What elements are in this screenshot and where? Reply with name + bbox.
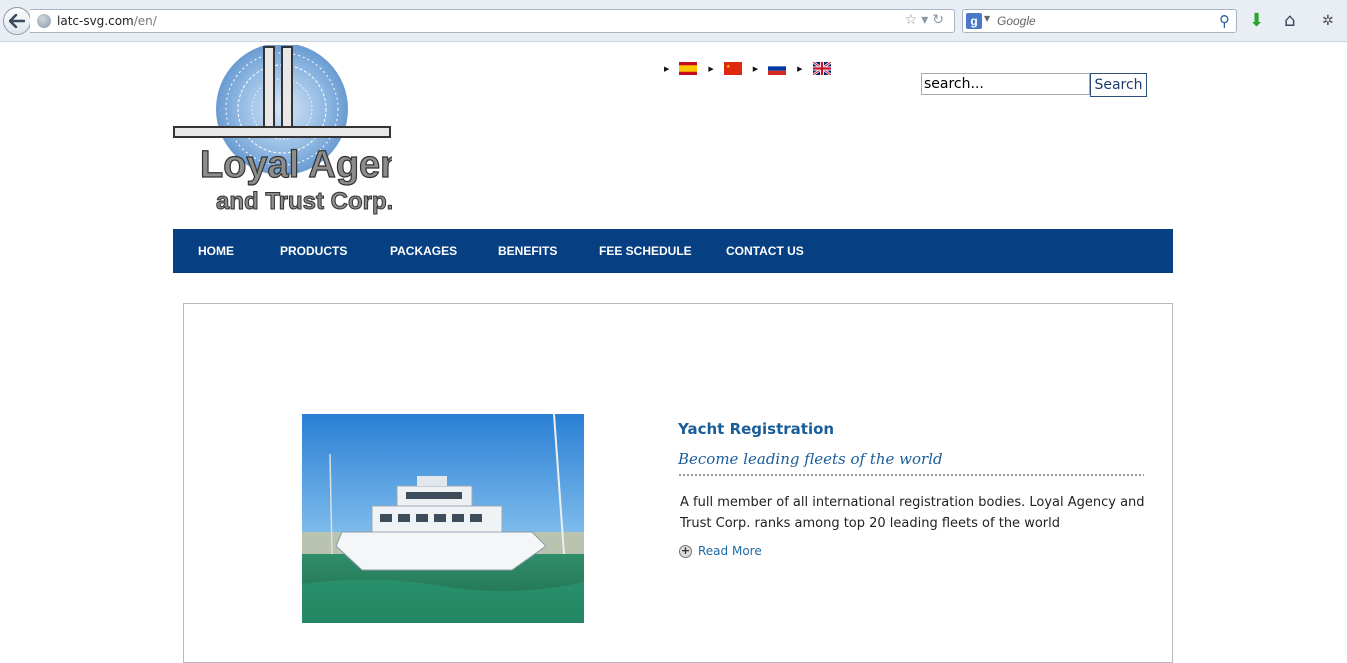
url-path: /en/ [133,14,157,28]
arrow-right-icon: ▶ [797,64,803,73]
main-nav: HOME PRODUCTS PACKAGES BENEFITS FEE SCHE… [173,229,1173,273]
url-host: latc-svg.com [57,14,134,28]
history-dropdown-icon[interactable]: ▾ [921,12,932,28]
post-body: A full member of all international regis… [680,495,1145,531]
logo-line2: and Trust Corp. [216,188,392,215]
language-switcher: ▶ ▶ ★ ▶ ▶ [664,62,842,75]
yacht-image[interactable] [302,414,584,623]
arrow-right-icon: ▶ [752,64,759,73]
lang-en[interactable]: ▶ [797,62,831,75]
logo-line1: Loyal Agency [200,144,392,186]
browser-search-placeholder: Google [997,14,1036,28]
reload-icon[interactable]: ↻ [932,12,948,28]
nav-contact-us[interactable]: CONTACT US [726,244,804,258]
plus-circle-icon[interactable]: + [679,544,692,558]
nav-products[interactable]: PRODUCTS [280,244,347,258]
address-bar[interactable]: latc-svg.com/en/ ☆▾↻ [30,9,955,33]
browser-toolbar: latc-svg.com/en/ ☆▾↻ g ▼ Google ⚲ ⬇ ⌂ ✲ [0,0,1347,42]
browser-search-bar[interactable]: g ▼ Google ⚲ [962,9,1237,33]
addon-bug-icon[interactable]: ✲ [1322,9,1334,33]
site-search-input[interactable] [921,73,1090,95]
google-engine-icon[interactable]: g [966,13,982,29]
lang-cn[interactable]: ▶ ★ [708,62,742,75]
china-flag-icon[interactable]: ★ [723,62,742,75]
back-button[interactable] [3,7,31,35]
bookmark-star-icon[interactable]: ☆ [905,12,922,28]
site-search: Search [921,73,1147,97]
nav-packages[interactable]: PACKAGES [390,244,457,258]
site-search-button[interactable]: Search [1090,73,1147,97]
read-more-text[interactable]: Read More [698,544,762,558]
magnifier-icon[interactable]: ⚲ [1219,12,1230,30]
nav-fee-schedule[interactable]: FEE SCHEDULE [599,244,692,258]
lang-es[interactable]: ▶ [664,62,698,75]
post-subtitle: Become leading fleets of the world [678,450,943,468]
url-text[interactable]: latc-svg.com/en/ [57,14,157,28]
post-title[interactable]: Yacht Registration [678,420,834,438]
russia-flag-icon[interactable] [768,62,787,75]
lang-ru[interactable]: ▶ [752,62,787,75]
spain-flag-icon[interactable] [679,62,698,75]
arrow-right-icon: ▶ [664,64,670,73]
logo-graphic: Loyal Agency and Trust Corp. [173,43,446,216]
engine-dropdown-icon[interactable]: ▼ [984,14,990,23]
arrow-right-icon: ▶ [708,64,714,73]
globe-icon [37,14,51,28]
nav-home[interactable]: HOME [198,244,234,258]
home-icon[interactable]: ⌂ [1284,9,1295,33]
url-actions: ☆▾↻ [905,12,948,28]
svg-text:★: ★ [726,64,731,70]
download-arrow-icon[interactable]: ⬇ [1249,9,1264,33]
back-arrow-icon [9,14,25,28]
logo-bars [173,46,391,138]
dotted-divider [678,473,1144,477]
site-logo[interactable]: Loyal Agency and Trust Corp. [172,43,446,217]
uk-flag-icon[interactable] [812,62,831,75]
read-more-link[interactable]: + Read More [679,544,762,558]
nav-benefits[interactable]: BENEFITS [498,244,557,258]
